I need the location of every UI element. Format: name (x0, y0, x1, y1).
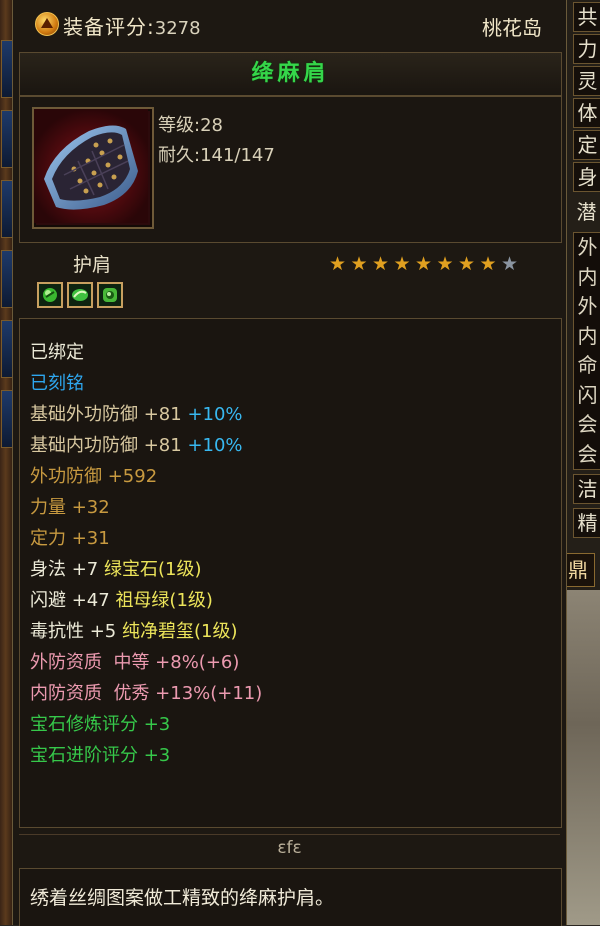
equipment-score-icon (35, 12, 59, 36)
attribute-text: 纯净碧玺(1级) (121, 621, 238, 642)
attribute-text: 绿宝石(1级) (103, 559, 202, 580)
attribute-line: 毒抗性 +5 纯净碧玺(1级) (30, 620, 237, 644)
attribute-text: 基础内功防御 +81 (30, 435, 188, 456)
attribute-line: 基础内功防御 +81 +10% (30, 434, 243, 458)
side-tab[interactable]: 定 (573, 130, 600, 160)
green-gem-icon[interactable] (37, 282, 63, 308)
attribute-text: 外防资质 中等 +8%(+6) (30, 652, 240, 673)
attribute-text: 定力 +31 (30, 528, 110, 549)
star-filled-icon: ★ (415, 253, 433, 275)
side-stat-item: 会 (577, 412, 598, 436)
side-stat-item: 外 (577, 294, 598, 318)
item-info-box: 等级:28 耐久:141/147 (19, 96, 562, 243)
green-gem-icon[interactable] (67, 282, 93, 308)
attribute-line: 宝石进阶评分 +3 (30, 744, 170, 768)
score-label-text: 装备评分: (63, 15, 155, 39)
side-tab[interactable]: 共 (573, 2, 600, 32)
world-background (565, 590, 600, 925)
shoulder-pad-icon (32, 107, 154, 229)
star-filled-icon: ★ (436, 253, 454, 275)
attribute-line: 身法 +7 绿宝石(1级) (30, 558, 201, 582)
attribute-text: 已绑定 (30, 342, 84, 363)
attribute-text: 基础外功防御 +81 (30, 404, 188, 425)
item-level: 等级:28 (158, 115, 223, 136)
side-tab[interactable]: 灵 (573, 66, 600, 96)
side-tab[interactable]: 体 (573, 98, 600, 128)
star-filled-icon: ★ (329, 253, 347, 275)
attribute-text: 祖母绿(1级) (115, 590, 213, 611)
tooltip-header: 装备评分:3278 桃花岛 (13, 0, 566, 48)
attribute-line: 闪避 +47 祖母绿(1级) (30, 589, 213, 613)
side-stat-list: 外 内 外 内 命 闪 会 会 (573, 232, 600, 470)
attribute-line: 基础外功防御 +81 +10% (30, 403, 243, 427)
description-box: 绣着丝绸图案做工精致的绛麻护肩。 (19, 868, 562, 926)
attribute-text: 力量 +32 (30, 497, 110, 518)
star-filled-icon: ★ (479, 253, 497, 275)
item-name-bar: 绛麻肩 (19, 52, 562, 96)
side-stat-item: 内 (577, 264, 598, 289)
star-filled-icon: ★ (350, 253, 368, 275)
equipment-score: 装备评分:3278 (63, 11, 201, 40)
attribute-text: 毒抗性 +5 (30, 621, 122, 642)
green-gem-icon[interactable] (97, 282, 123, 308)
maker-bar: ɛfɛ (19, 834, 560, 865)
side-section-label: 潜 (573, 198, 600, 226)
attribute-text: 宝石修炼评分 +3 (30, 714, 171, 735)
item-type: 护肩 (73, 254, 112, 276)
score-value: 3278 (154, 18, 201, 39)
side-stat-item: 会 (577, 441, 598, 466)
attribute-text: 已刻铭 (30, 373, 84, 394)
side-stat-item: 命 (577, 353, 598, 377)
side-tab[interactable]: 身 (573, 162, 600, 192)
attribute-text: 内防资质 优秀 +13%(+11) (30, 683, 263, 704)
star-filled-icon: ★ (393, 253, 411, 275)
star-filled-icon: ★ (458, 253, 476, 275)
attribute-line: 外防资质 中等 +8%(+6) (30, 651, 239, 675)
attribute-text: 外功防御 +592 (30, 466, 158, 487)
item-durability: 耐久:141/147 (158, 145, 275, 166)
attribute-text: +10% (187, 404, 243, 425)
attribute-line: 定力 +31 (30, 527, 110, 551)
star-filled-icon: ★ (372, 253, 390, 275)
attribute-line: 宝石修炼评分 +3 (30, 713, 170, 737)
side-tab[interactable]: 洁 (573, 474, 600, 504)
location-label: 桃花岛 (482, 16, 542, 40)
item-tooltip: 装备评分:3278 桃花岛 绛麻肩 等级:28 耐久:141/147 护肩 ★ … (12, 0, 567, 926)
side-stat-item: 闪 (577, 382, 598, 407)
attribute-line: 力量 +32 (30, 496, 110, 520)
side-tab[interactable]: 精 (573, 508, 600, 538)
attribute-text: 闪避 +47 (30, 590, 116, 611)
attribute-line: 外功防御 +592 (30, 465, 157, 489)
side-stat-item: 内 (577, 323, 598, 348)
side-tab[interactable]: 力 (573, 34, 600, 64)
attribute-text: 宝石进阶评分 +3 (30, 745, 171, 766)
side-stat-item: 外 (577, 235, 598, 259)
item-description: 绣着丝绸图案做工精致的绛麻护肩。 (30, 887, 335, 909)
attribute-text: 身法 +7 (30, 559, 104, 580)
item-name: 绛麻肩 (251, 61, 330, 86)
attribute-list: 已绑定 已刻铭 基础外功防御 +81 +10% 基础内功防御 +81 +10% 外功防御… (19, 318, 562, 828)
star-empty-icon: ★ (501, 253, 519, 275)
maker-name: ɛfɛ (277, 838, 302, 858)
attribute-line: 已刻铭 (30, 372, 84, 396)
attribute-line: 已绑定 (30, 341, 84, 365)
attribute-line: 内防资质 优秀 +13%(+11) (30, 682, 262, 706)
attribute-text: +10% (187, 435, 243, 456)
